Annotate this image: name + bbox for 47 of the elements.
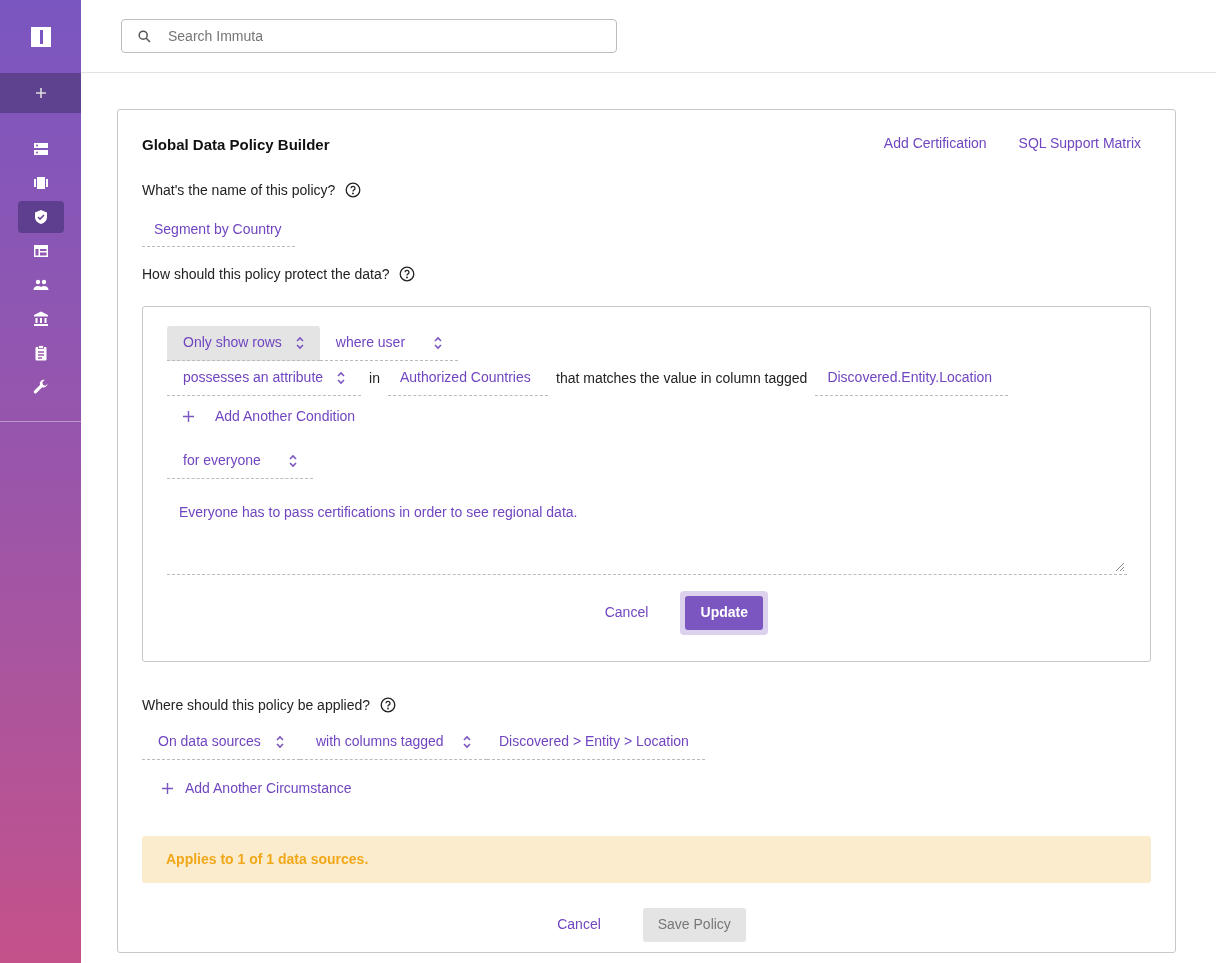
dropdown-select[interactable]: for everyone [167,443,313,479]
help-icon[interactable] [380,697,397,713]
add-condition-button[interactable]: Add Another Condition [183,405,356,427]
plus-icon [34,87,47,99]
cancel-button[interactable]: Cancel [557,914,601,935]
search-field[interactable]: Search Immuta [121,19,617,53]
wrench-icon [31,378,50,396]
dropdown-select[interactable]: Only show rows [167,325,320,361]
question-label: Where should this policy be applied? [142,695,371,715]
sort-caret-icon [463,734,471,749]
tag-field[interactable]: Authorized Countries [388,360,548,396]
bank-icon [31,310,50,328]
notice-banner: Applies to 1 of 1 data sources. [142,835,1151,883]
policy-name-field[interactable]: Segment by Country [142,212,295,247]
dropdown-select[interactable]: On data sources [142,724,300,760]
description-textarea[interactable]: Everyone has to pass certifications in order to see regional data. [167,491,1127,575]
sidebar-item[interactable] [17,201,64,233]
help-icon[interactable] [399,266,416,282]
plus-icon [162,782,173,794]
sort-caret-icon [289,453,297,468]
logo-icon[interactable] [30,26,51,47]
sort-caret-icon [337,370,346,385]
rule-text: in [368,368,381,388]
add-circumstance-button[interactable]: Add Another Circumstance [162,777,352,799]
update-button[interactable]: Update [685,595,764,630]
cards-icon [31,174,50,192]
help-icon[interactable] [345,182,362,198]
search-icon [138,30,151,43]
plus-icon [183,410,194,422]
cancel-button[interactable]: Cancel [604,602,649,623]
dropdown-select[interactable]: possesses an attribute [167,360,362,396]
dropdown-select[interactable]: where user [319,325,458,361]
question-label: What's the name of this policy? [142,180,336,200]
header-link[interactable]: Add Certification [883,132,987,154]
dropdown-select[interactable]: with columns tagged [300,724,487,760]
header-link[interactable]: SQL Support Matrix [1018,132,1141,154]
save-policy-button[interactable]: Save Policy [642,907,746,942]
builder-title: Global Data Policy Builder [142,135,330,155]
server-icon [31,140,50,158]
tag-field[interactable]: Discovered.Entity.Location [815,360,1009,396]
sort-caret-icon [276,734,284,749]
question-label: How should this policy protect the data? [142,264,390,284]
rule-text: that matches the value in column tagged [555,368,809,388]
table-icon [31,242,50,260]
sort-caret-icon [433,335,442,350]
sort-caret-icon [295,335,304,350]
tag-field[interactable]: Discovered > Entity > Location [487,724,705,760]
